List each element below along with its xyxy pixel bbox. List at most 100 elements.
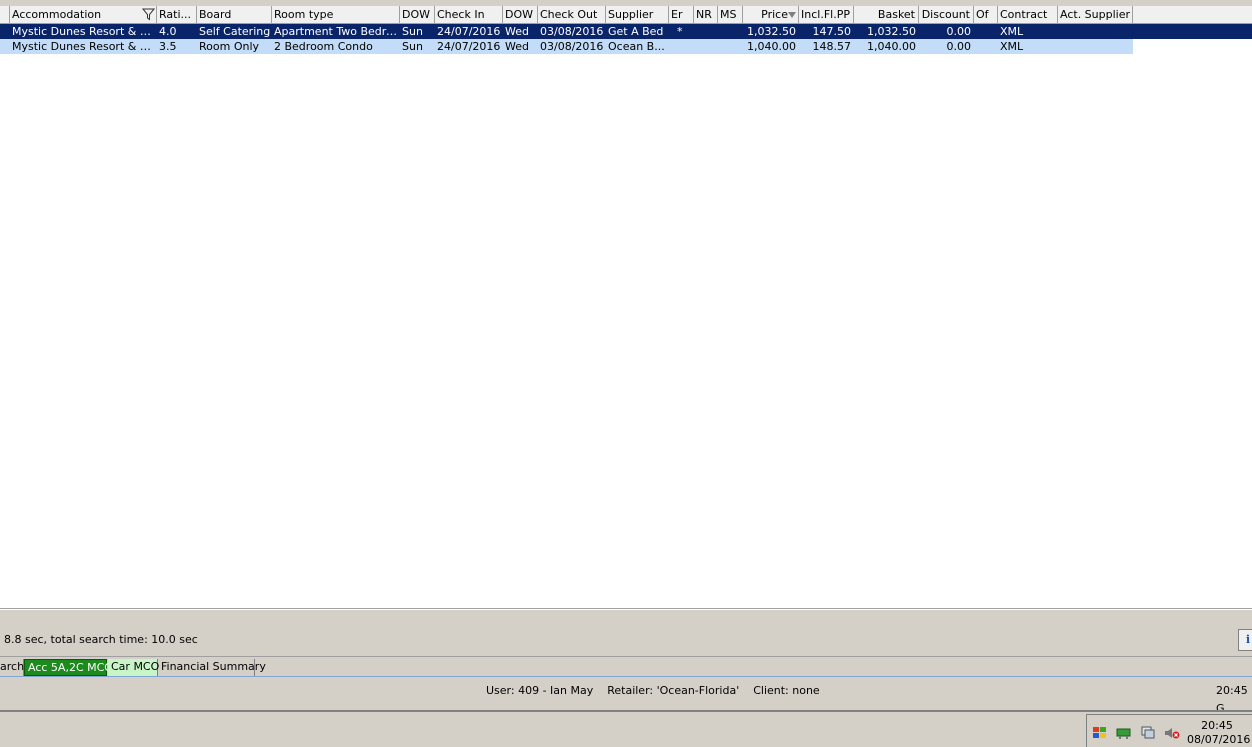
cell-check-out: 03/08/2016 — [540, 25, 604, 38]
column-header-check-in[interactable]: Check In — [435, 6, 503, 23]
search-time-status: 8.8 sec, total search time: 10.0 sec — [4, 633, 198, 646]
column-label: Price — [761, 8, 788, 21]
tab-car[interactable]: Car MCO — [108, 659, 159, 676]
column-header-dow-in[interactable]: DOW — [400, 6, 435, 23]
cell-ms — [718, 24, 743, 39]
column-label: Discount — [921, 8, 970, 21]
column-header-basket[interactable]: Basket — [854, 6, 919, 23]
results-grid: Accommodation Rati... Board Room type DO… — [0, 0, 1252, 608]
cell-check-in: 24/07/2016 — [437, 25, 501, 38]
network-connection-icon[interactable] — [1140, 726, 1156, 740]
filter-icon[interactable] — [142, 8, 155, 21]
splitter[interactable] — [0, 608, 1252, 610]
cell-dow-out: Wed — [505, 40, 529, 53]
table-row[interactable]: Mystic Dunes Resort & Gol... 4.0 Self Ca… — [0, 24, 1133, 39]
column-label: Board — [199, 8, 232, 21]
column-label: Basket — [877, 8, 915, 21]
column-label: Er — [671, 8, 683, 21]
column-header-ms[interactable]: MS — [718, 6, 743, 23]
table-row[interactable]: Mystic Dunes Resort & Gol... 3.5 Room On… — [0, 39, 1133, 54]
cell-board: Self Catering — [199, 25, 271, 38]
column-header-of[interactable]: Of — [974, 6, 998, 23]
cell-dow-in: Sun — [402, 40, 423, 53]
cell-dow-out: Wed — [505, 25, 529, 38]
cell-supplier: Get A Bed — [608, 25, 664, 38]
cell-contract: XML — [1000, 40, 1024, 53]
clock-time: 20:45 — [1201, 719, 1233, 732]
selected-row-extension — [1133, 24, 1252, 39]
user-retailer-client: User: 409 - Ian May Retailer: 'Ocean-Flo… — [486, 684, 820, 697]
table-header: Accommodation Rati... Board Room type DO… — [0, 6, 1252, 24]
column-header-check-out[interactable]: Check Out — [538, 6, 606, 23]
info-button[interactable]: i — [1238, 629, 1252, 651]
column-label: Act. Supplier — [1060, 8, 1131, 21]
row-indicator-header — [0, 6, 10, 23]
cell-room-type: 2 Bedroom Condo — [274, 40, 373, 53]
tab-search[interactable]: arch — [0, 659, 24, 676]
tab-underline — [0, 676, 1252, 677]
column-header-act-supplier[interactable]: Act. Supplier — [1058, 6, 1133, 23]
cell-er: * — [677, 25, 683, 38]
column-label: Check Out — [540, 8, 598, 21]
clock[interactable]: 20:45 08/07/2016 — [1187, 719, 1250, 747]
cell-price: 1,032.50 — [747, 25, 796, 38]
column-header-nr[interactable]: NR — [694, 6, 718, 23]
cell-room-type: Apartment Two Bedro... — [274, 25, 400, 38]
column-header-accommodation[interactable]: Accommodation — [10, 6, 157, 23]
cell-rating: 4.0 — [159, 25, 177, 38]
column-label: Contract — [1000, 8, 1048, 21]
cell-accommodation: Mystic Dunes Resort & Gol... — [12, 25, 157, 38]
volume-muted-icon[interactable] — [1164, 726, 1180, 740]
column-header-room-type[interactable]: Room type — [272, 6, 400, 23]
column-label: Of — [976, 8, 989, 21]
cell-act-supplier — [1058, 24, 1133, 39]
column-header-supplier[interactable]: Supplier — [606, 6, 669, 23]
cell-of — [974, 24, 998, 39]
cell-check-in: 24/07/2016 — [437, 40, 501, 53]
cell-discount: 0.00 — [946, 25, 972, 38]
cell-accommodation: Mystic Dunes Resort & Gol... — [12, 40, 157, 53]
cell-nr — [694, 24, 718, 39]
taskbar: 20:45 08/07/2016 — [0, 710, 1252, 747]
cell-er — [669, 39, 694, 54]
column-header-contract[interactable]: Contract — [998, 6, 1058, 23]
cell-contract: XML — [1000, 25, 1024, 38]
sort-descending-icon — [788, 12, 796, 18]
windows-flag-icon[interactable] — [1092, 726, 1108, 740]
tab-accommodation[interactable]: Acc 5A,2C MCO — [24, 659, 113, 676]
user-info-bar: User: 409 - Ian May Retailer: 'Ocean-Flo… — [0, 682, 1252, 715]
column-label: NR — [696, 8, 712, 21]
column-header-dow-out[interactable]: DOW — [503, 6, 538, 23]
cell-of — [974, 39, 998, 54]
column-label: Incl.Fl.PP — [801, 8, 850, 21]
column-header-discount[interactable]: Discount — [919, 6, 974, 23]
cell-dow-in: Sun — [402, 25, 423, 38]
cell-board: Room Only — [199, 40, 260, 53]
column-label: Accommodation — [12, 8, 102, 21]
cell-incl-fl-pp: 147.50 — [812, 25, 852, 38]
tab-financial-summary[interactable]: Financial Summary — [158, 659, 266, 676]
cell-discount: 0.00 — [946, 40, 972, 53]
column-label: MS — [720, 8, 737, 21]
cell-basket: 1,032.50 — [867, 25, 916, 38]
column-label: Room type — [274, 8, 334, 21]
column-header-board[interactable]: Board — [197, 6, 272, 23]
cell-act-supplier — [1058, 39, 1133, 54]
column-label: Supplier — [608, 8, 654, 21]
column-label: Check In — [437, 8, 485, 21]
cell-supplier: Ocean B... — [608, 40, 665, 53]
column-header-er[interactable]: Er — [669, 6, 694, 23]
cell-incl-fl-pp: 148.57 — [812, 40, 852, 53]
network-card-icon[interactable] — [1116, 726, 1132, 740]
cell-ms — [718, 39, 743, 54]
cell-price: 1,040.00 — [747, 40, 796, 53]
column-label: DOW — [402, 8, 431, 21]
cell-basket: 1,040.00 — [867, 40, 916, 53]
column-header-rating[interactable]: Rati... — [157, 6, 197, 23]
cell-rating: 3.5 — [159, 40, 177, 53]
bottom-panel: 8.8 sec, total search time: 10.0 sec i a… — [0, 608, 1252, 747]
system-tray: 20:45 08/07/2016 — [1086, 714, 1252, 747]
column-header-incl-fl-pp[interactable]: Incl.Fl.PP — [799, 6, 854, 23]
column-label: Rati... — [159, 8, 192, 21]
cell-nr — [694, 39, 718, 54]
